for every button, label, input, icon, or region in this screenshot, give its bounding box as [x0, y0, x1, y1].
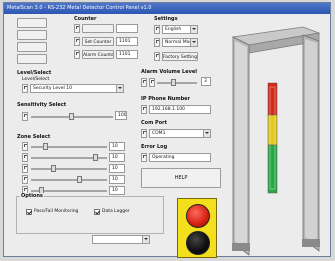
ip-phone-heading: IP Phone Number [141, 96, 191, 102]
sensitivity-spin[interactable] [22, 112, 28, 121]
zone-1-spin[interactable] [22, 142, 28, 151]
chevron-down-icon [142, 236, 149, 243]
zone-2-spin[interactable] [22, 153, 28, 162]
error-log-field[interactable]: Operating [149, 153, 211, 162]
chevron-down-icon [116, 85, 123, 92]
level-spin[interactable] [22, 84, 28, 93]
alarm-volume-heading: Alarm Volume Level [141, 69, 197, 75]
options-dropdown[interactable] [92, 235, 150, 244]
zone-4-value[interactable]: 10 [109, 175, 125, 184]
zone-3-spin[interactable] [22, 164, 28, 173]
chevron-down-icon [190, 26, 197, 33]
counter-row-1-value[interactable] [116, 24, 138, 33]
zone-4-spin[interactable] [22, 175, 28, 184]
pass-fail-checkbox[interactable] [26, 209, 32, 215]
factory-spin[interactable] [154, 52, 160, 61]
zone-1-slider-thumb[interactable] [43, 143, 48, 150]
set-counter-button[interactable]: Set Counter [82, 37, 114, 46]
alarm-volume-thumb[interactable] [171, 79, 176, 86]
pass-fail-label: Pass/Fail Monitoring [34, 209, 79, 214]
error-log-heading: Error Log [141, 144, 168, 150]
sensitivity-value[interactable]: 100 [115, 111, 127, 120]
app-window: MetalScan 3.0 - RS-232 Metal Detector Co… [3, 2, 331, 258]
alarm-spin-2[interactable] [149, 78, 155, 87]
options-heading: Options [20, 193, 44, 199]
zone-5-value[interactable]: 10 [109, 186, 125, 195]
black-light-icon [186, 231, 210, 255]
settings-heading: Settings [154, 16, 178, 22]
zone-4-slider-thumb[interactable] [77, 176, 82, 183]
level-select-heading: Level/Select [17, 70, 52, 76]
zone-3-slider-thumb[interactable] [51, 165, 56, 172]
chevron-down-icon [190, 39, 197, 46]
red-light-icon [186, 204, 210, 228]
control-button-4[interactable] [17, 54, 47, 64]
data-logger-label: Data Logger [102, 209, 130, 214]
level-dropdown[interactable]: Security Level 10 [30, 84, 124, 93]
alarm-volume-value[interactable]: 3 [201, 77, 211, 86]
counter-heading: Counter [74, 16, 97, 22]
zone-2-value[interactable]: 10 [109, 153, 125, 162]
metal-detector-gate-icon [231, 26, 321, 256]
com-spin[interactable] [141, 129, 147, 138]
options-group [16, 196, 164, 234]
ip-phone-field[interactable]: 192.168.1.100 [149, 105, 211, 114]
zone-4-slider[interactable] [31, 176, 107, 183]
status-light-panel [177, 198, 217, 258]
error-spin[interactable] [141, 153, 147, 162]
zone-1-value[interactable]: 10 [109, 142, 125, 151]
com-port-heading: Com Port [141, 120, 168, 126]
counter-reset-spin-1[interactable] [74, 24, 80, 33]
alarm-counter-button[interactable]: Alarm Counter [82, 50, 114, 59]
zone-2-slider-thumb[interactable] [93, 154, 98, 161]
factory-settings-button[interactable]: Factory Settings [162, 52, 198, 61]
alarm-counter-value[interactable]: 1101 [116, 50, 138, 59]
zone-3-value[interactable]: 10 [109, 164, 125, 173]
language-select[interactable]: English [162, 25, 198, 34]
alarm-volume-slider[interactable] [157, 79, 197, 86]
set-counter-value[interactable]: 1101 [116, 37, 138, 46]
chevron-down-icon [203, 130, 210, 137]
control-button-1[interactable] [17, 18, 47, 28]
data-logger-checkbox[interactable] [94, 209, 100, 215]
zone-2-slider[interactable] [31, 154, 107, 161]
sensitivity-slider[interactable] [31, 113, 113, 120]
zone-1-slider[interactable] [31, 143, 107, 150]
sensitivity-heading: Sensitivity Select [17, 102, 67, 108]
com-port-select[interactable]: COM1 [149, 129, 211, 138]
help-button[interactable]: HELP [141, 168, 221, 188]
control-button-2[interactable] [17, 30, 47, 40]
sensitivity-slider-thumb[interactable] [69, 113, 74, 120]
zone-select-heading: Zone Select [17, 134, 51, 140]
level-select-label: Level/Select [22, 77, 50, 82]
language-spin[interactable] [154, 25, 160, 34]
ip-spin[interactable] [141, 105, 147, 114]
mode-select[interactable]: Normal Mode [162, 38, 198, 47]
mode-spin[interactable] [154, 38, 160, 47]
control-button-3[interactable] [17, 42, 47, 52]
zone-3-slider[interactable] [31, 165, 107, 172]
counter-reset-spin-2[interactable] [74, 37, 80, 46]
window-titlebar: MetalScan 3.0 - RS-232 Metal Detector Co… [4, 3, 330, 14]
counter-row-1-button[interactable] [82, 24, 114, 33]
alarm-spin-1[interactable] [141, 78, 147, 87]
counter-reset-spin-3[interactable] [74, 50, 80, 59]
